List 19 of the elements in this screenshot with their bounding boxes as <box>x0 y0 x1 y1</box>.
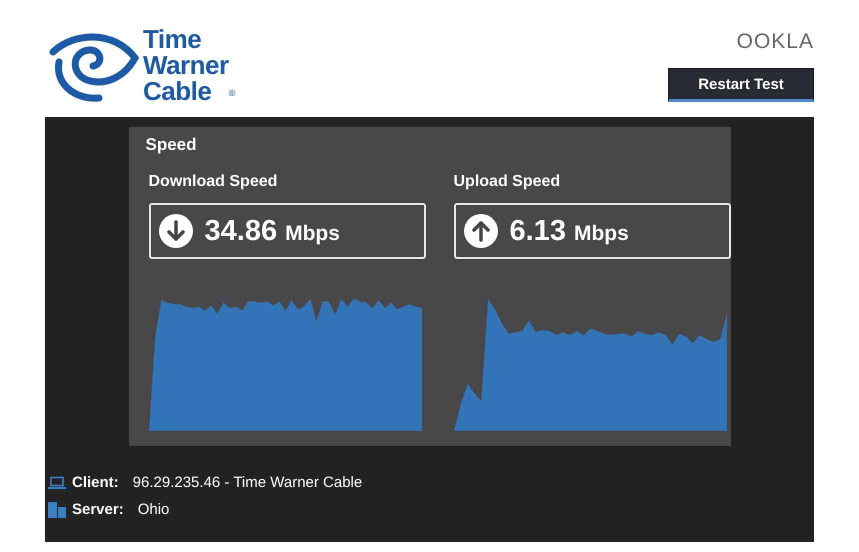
laptop-icon <box>48 476 66 490</box>
speed-unit: Mbps <box>285 222 340 246</box>
building-icon <box>48 502 66 518</box>
info-value: 96.29.235.46 - Time Warner Cable <box>132 474 362 491</box>
logo-text: Warner <box>143 52 229 78</box>
logo-text: Cable <box>143 78 212 104</box>
info-label: Client: <box>72 474 119 491</box>
info-label: Server: <box>72 501 124 518</box>
test-label: Upload Speed <box>454 173 562 191</box>
test-label: Download Speed <box>148 173 278 191</box>
info-value: Ohio <box>138 501 170 518</box>
restart-button[interactable]: Restart Test <box>668 68 814 102</box>
registered-mark: ® <box>228 88 236 98</box>
section-title: Speed <box>146 135 198 155</box>
speed-unit: Mbps <box>574 222 629 246</box>
speed-value: 34.86 <box>204 214 278 248</box>
logo-text: Time <box>143 26 202 52</box>
brand-logo: OOKLA <box>736 30 814 54</box>
speed-value: 6.13 <box>510 214 566 248</box>
